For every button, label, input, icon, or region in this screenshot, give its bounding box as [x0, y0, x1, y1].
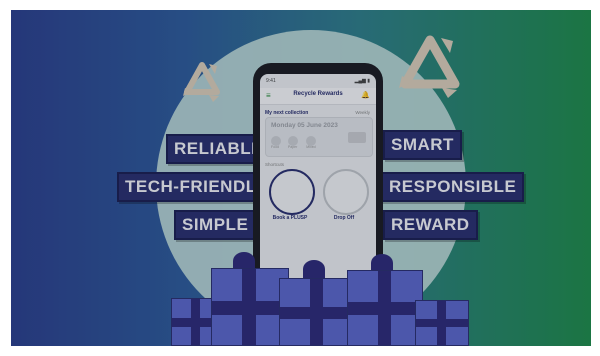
status-bar: 9:41 ▂▄▆ ▮ — [266, 78, 370, 86]
collection-card[interactable]: Monday 05 June 2023 Food Paper Mixed — [265, 117, 373, 157]
app-title: Recycle Rewards — [293, 91, 343, 97]
hamburger-menu-icon[interactable]: ≡ — [266, 92, 273, 100]
section-title: My next collection — [265, 110, 309, 116]
app-bar: ≡ Recycle Rewards 🔔 — [260, 88, 376, 105]
badge-simple: SIMPLE — [174, 210, 257, 240]
status-time: 9:41 — [266, 78, 276, 84]
collection-date: Monday 05 June 2023 — [271, 122, 338, 129]
badge-responsible: RESPONSIBLE — [381, 172, 525, 202]
badge-smart: SMART — [383, 130, 462, 160]
book-action-label: Book a PLUSP — [272, 215, 308, 221]
bin-labels: Food Paper Mixed — [271, 145, 316, 149]
bell-icon[interactable]: 🔔 — [361, 91, 370, 99]
gift-box — [347, 270, 423, 346]
drop-off-action-button[interactable] — [323, 169, 369, 215]
recycle-icon — [179, 60, 225, 102]
book-action-button[interactable] — [269, 169, 315, 215]
gift-box — [279, 278, 355, 346]
status-indicators: ▂▄▆ ▮ — [354, 78, 370, 84]
gift-boxes — [171, 242, 471, 346]
badge-reward: REWARD — [383, 210, 478, 240]
gift-bow — [303, 260, 325, 278]
truck-icon — [348, 132, 366, 143]
drop-off-action-label: Drop Off — [333, 215, 355, 221]
gift-box — [211, 268, 289, 346]
badge-tech-friendly: TECH-FRIENDLY — [117, 172, 275, 202]
promo-banner: RELIABLE TECH-FRIENDLY SIMPLE SMART RESP… — [11, 10, 591, 346]
shortcuts-label: Shortcuts — [265, 162, 285, 167]
recycle-icon — [395, 32, 465, 98]
gift-box — [415, 300, 469, 346]
section-action-link[interactable]: Weekly — [355, 110, 370, 115]
